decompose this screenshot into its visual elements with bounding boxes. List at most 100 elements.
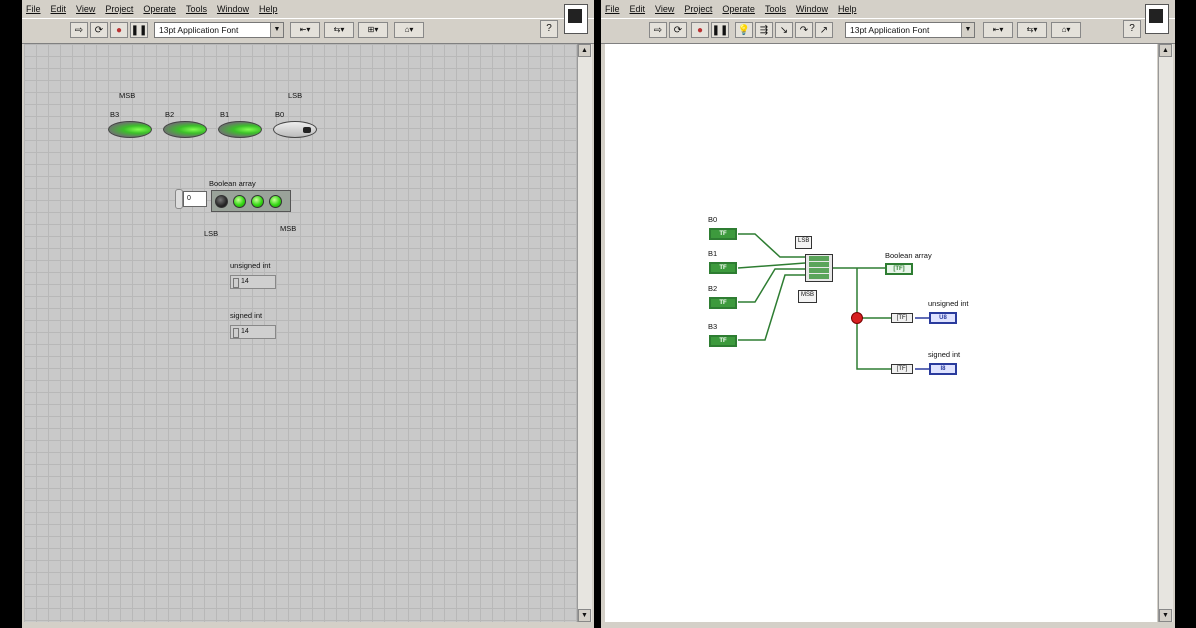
array-label: Boolean array [209,179,256,188]
highlight-execution-icon[interactable]: 💡 [735,22,753,38]
pause-icon[interactable]: ❚❚ [130,22,148,38]
terminal-b0[interactable]: TF [709,228,737,240]
block-diagram-scrollbar[interactable]: ▲ ▼ [1158,44,1173,622]
build-array-node[interactable] [805,254,833,282]
input-label-b2: B2 [708,284,718,293]
vi-icon [1145,4,1169,34]
probe-icon[interactable] [851,312,863,324]
terminal-b2[interactable]: TF [709,297,737,309]
wires [737,233,929,370]
block-diagram-window: File Edit View Project Operate Tools Win… [601,0,1175,628]
boolean-array-to-number-node[interactable]: [TF] [891,313,913,323]
button-label-b1: B1 [220,110,230,119]
run-continuous-icon[interactable]: ⟳ [669,22,687,38]
reorder-icon[interactable]: ⌂▾ [394,22,424,38]
chevron-down-icon: ▼ [270,23,283,37]
boolean-button-b2[interactable] [163,121,207,138]
msb-comment[interactable]: MSB [798,290,818,303]
pause-icon[interactable]: ❚❚ [711,22,729,38]
menu-view[interactable]: View [655,2,674,16]
menu-help[interactable]: Help [838,2,857,16]
boolean-array-indicator [211,190,291,212]
unsigned-int-terminal[interactable]: U8 [929,312,957,324]
run-arrow-icon[interactable]: ⇨ [649,22,667,38]
abort-icon[interactable]: ● [110,22,128,38]
menu-project[interactable]: Project [105,2,133,16]
menu-bar: File Edit View Project Operate Tools Win… [601,2,1175,16]
input-label-b0: B0 [708,215,718,224]
step-into-icon[interactable]: ↘ [775,22,793,38]
block-diagram-canvas: B0 TF B1 TF B2 TF B3 TF LSB MSB Boolean … [605,44,1157,622]
menu-edit[interactable]: Edit [51,2,67,16]
run-continuous-icon[interactable]: ⟳ [90,22,108,38]
distribute-objects-icon[interactable]: ⇆▾ [324,22,354,38]
boolean-array-terminal[interactable]: [TF] [885,263,913,275]
reorder-icon[interactable]: ⌂▾ [1051,22,1081,38]
unsigned-label: unsigned int [230,261,271,270]
front-panel-window: File Edit View Project Operate Tools Win… [22,0,594,628]
array-out-label: Boolean array [885,251,932,260]
abort-icon[interactable]: ● [691,22,709,38]
led-indicator [251,195,264,208]
signed-indicator: 14 [230,325,276,339]
scroll-up-icon[interactable]: ▲ [578,44,591,57]
scroll-up-icon[interactable]: ▲ [1159,44,1172,57]
input-label-b1: B1 [708,249,718,258]
menu-help[interactable]: Help [259,2,278,16]
distribute-objects-icon[interactable]: ⇆▾ [1017,22,1047,38]
led-indicator [215,195,228,208]
toolbar: ⇨ ⟳ ● ❚❚ 13pt Application Font ▼ ⇤▾ ⇆▾ ⊞… [22,18,594,44]
terminal-b1[interactable]: TF [709,262,737,274]
menu-tools[interactable]: Tools [765,2,786,16]
font-selector[interactable]: 13pt Application Font ▼ [154,22,284,38]
array-msb-label: MSB [280,224,297,233]
menu-view[interactable]: View [76,2,95,16]
signed-out-label: signed int [928,350,961,359]
led-indicator [269,195,282,208]
chevron-down-icon: ▼ [961,23,974,37]
boolean-button-b3[interactable] [108,121,152,138]
step-over-icon[interactable]: ↷ [795,22,813,38]
front-panel-scrollbar[interactable]: ▲ ▼ [577,44,592,622]
button-label-b3: B3 [110,110,120,119]
scroll-down-icon[interactable]: ▼ [1159,609,1172,622]
menu-operate[interactable]: Operate [143,2,176,16]
array-index-spinner[interactable] [175,189,183,209]
font-selector-text: 13pt Application Font [159,25,239,35]
lsb-comment[interactable]: LSB [795,236,813,249]
menu-tools[interactable]: Tools [186,2,207,16]
align-objects-icon[interactable]: ⇤▾ [983,22,1013,38]
context-help-icon[interactable]: ? [1123,20,1141,38]
msb-label: MSB [119,91,136,100]
align-objects-icon[interactable]: ⇤▾ [290,22,320,38]
input-label-b3: B3 [708,322,718,331]
boolean-button-b0[interactable] [273,121,317,138]
signed-label: signed int [230,311,263,320]
signed-int-terminal[interactable]: I8 [929,363,957,375]
menu-window[interactable]: Window [796,2,828,16]
step-out-icon[interactable]: ↗ [815,22,833,38]
boolean-array-to-number-node[interactable]: [TF] [891,364,913,374]
toolbar: ⇨ ⟳ ● ❚❚ 💡 ⇶ ↘ ↷ ↗ 13pt Application Font… [601,18,1175,44]
resize-objects-icon[interactable]: ⊞▾ [358,22,388,38]
font-selector-text: 13pt Application Font [850,25,930,35]
scroll-down-icon[interactable]: ▼ [578,609,591,622]
retain-wire-values-icon[interactable]: ⇶ [755,22,773,38]
run-arrow-icon[interactable]: ⇨ [70,22,88,38]
menu-edit[interactable]: Edit [630,2,646,16]
menu-bar: File Edit View Project Operate Tools Win… [22,2,594,16]
array-index-field[interactable]: 0 [183,191,207,207]
context-help-icon[interactable]: ? [540,20,558,38]
lsb-label: LSB [288,91,303,100]
menu-file[interactable]: File [26,2,41,16]
font-selector[interactable]: 13pt Application Font ▼ [845,22,975,38]
array-lsb-label: LSB [204,229,219,238]
unsigned-indicator: 14 [230,275,276,289]
terminal-b3[interactable]: TF [709,335,737,347]
button-label-b2: B2 [165,110,175,119]
boolean-button-b1[interactable] [218,121,262,138]
menu-window[interactable]: Window [217,2,249,16]
menu-file[interactable]: File [605,2,620,16]
menu-project[interactable]: Project [684,2,712,16]
menu-operate[interactable]: Operate [722,2,755,16]
